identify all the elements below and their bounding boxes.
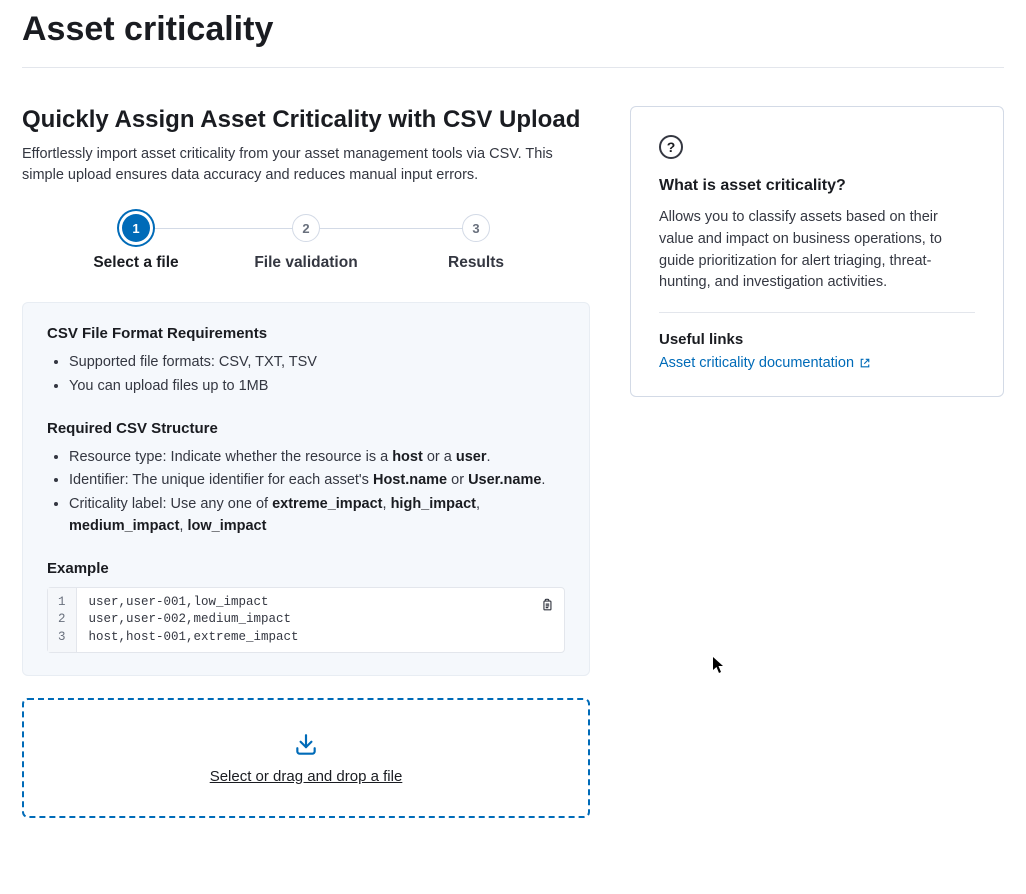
page-title: Asset criticality [22, 10, 1004, 49]
step-results: 3 Results [391, 214, 561, 272]
divider [22, 67, 1004, 68]
step-label: Results [448, 254, 504, 272]
stepper: 1 Select a file 2 File validation 3 Resu… [42, 214, 570, 272]
step-number: 2 [292, 214, 320, 242]
info-card: ? What is asset criticality? Allows you … [630, 106, 1004, 397]
dropzone-label: Select or drag and drop a file [210, 768, 403, 785]
step-number: 3 [462, 214, 490, 242]
structure-criticality-label: Criticality label: Use any one of extrem… [69, 494, 565, 538]
what-heading: What is asset criticality? [659, 177, 975, 195]
code-content: user,user-001,low_impact user,user-002,m… [77, 588, 564, 653]
copy-button[interactable] [536, 594, 558, 616]
code-gutter: 1 2 3 [48, 588, 77, 653]
question-icon: ? [659, 135, 683, 159]
file-dropzone[interactable]: Select or drag and drop a file [22, 698, 590, 818]
section-title: Quickly Assign Asset Criticality with CS… [22, 106, 590, 134]
useful-links-heading: Useful links [659, 331, 975, 348]
example-heading: Example [47, 560, 565, 577]
documentation-link[interactable]: Asset criticality documentation [659, 355, 871, 371]
step-label: File validation [254, 254, 357, 272]
import-icon [293, 732, 319, 758]
step-file-validation: 2 File validation [221, 214, 391, 272]
supported-formats: Supported file formats: CSV, TXT, TSV [69, 352, 565, 374]
csv-requirements-panel: CSV File Format Requirements Supported f… [22, 302, 590, 676]
step-number: 1 [122, 214, 150, 242]
what-body: Allows you to classify assets based on t… [659, 207, 975, 294]
step-select-file: 1 Select a file [51, 214, 221, 272]
section-subtitle: Effortlessly import asset criticality fr… [22, 144, 590, 186]
structure-resource-type: Resource type: Indicate whether the reso… [69, 447, 565, 469]
max-size: You can upload files up to 1MB [69, 376, 565, 398]
requirements-heading: CSV File Format Requirements [47, 325, 565, 342]
example-codeblock: 1 2 3 user,user-001,low_impact user,user… [47, 587, 565, 654]
external-link-icon [859, 357, 871, 369]
clipboard-icon [540, 598, 554, 612]
structure-heading: Required CSV Structure [47, 420, 565, 437]
step-label: Select a file [93, 254, 178, 272]
structure-identifier: Identifier: The unique identifier for ea… [69, 470, 565, 492]
card-divider [659, 312, 975, 313]
